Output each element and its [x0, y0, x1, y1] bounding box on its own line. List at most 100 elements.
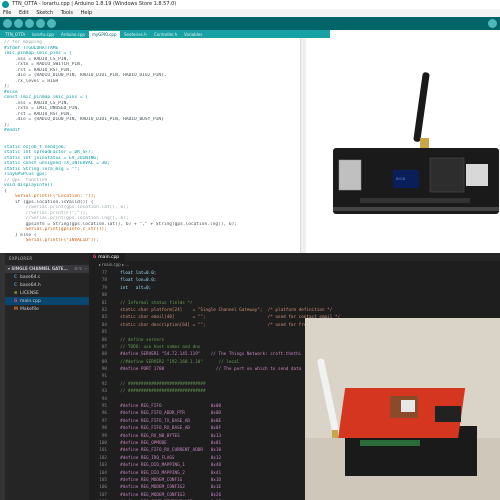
- explorer-title: EXPLORER: [9, 256, 33, 261]
- explorer-file-item[interactable]: M Makefile: [5, 305, 89, 313]
- line-text: float lat=0.0;: [115, 271, 157, 276]
- line-text: #define PORT 1700 // The port on which t…: [115, 367, 302, 373]
- line-number: 78: [101, 278, 107, 284]
- line-text: // define servers: [115, 337, 165, 343]
- line-number: 87: [101, 344, 107, 350]
- line-text: #define REG_RX_NB_BYTES 0x13: [115, 433, 222, 439]
- line-text: #define REG_FIFO_RX_CURRENT_ADDR 0x10: [115, 448, 222, 454]
- line-number: 84: [101, 322, 107, 328]
- line-number: 104: [99, 470, 107, 476]
- line-text: int alt=0;: [115, 285, 152, 291]
- line-number: 83: [101, 315, 107, 321]
- line-number: 89: [101, 359, 107, 365]
- explorer-folder-header[interactable]: ▾ SINGLE CHANNEL GATE... ☰ ↻ −: [5, 265, 89, 273]
- line-text: float lon=0.0;: [115, 278, 157, 284]
- tab-label: main.cpp: [98, 255, 120, 260]
- arduino-window-title: TTN_OTTA - lorartu.cpp | Arduino 1.8.19 …: [12, 1, 177, 7]
- breadcrumb[interactable]: ▸ main.cpp ▸ ...: [89, 261, 500, 268]
- lora-board-photo: 0:0:0: [330, 30, 500, 253]
- arduino-tab[interactable]: TTN_OTTA: [2, 31, 29, 38]
- explorer-folder-actions[interactable]: ☰ ↻ −: [74, 265, 87, 273]
- line-number: 86: [101, 337, 107, 343]
- code-line: 78 float lon=0.0;: [89, 277, 500, 284]
- line-text: #define REG_MODEM_CONFIG 0x1D: [115, 477, 222, 483]
- line-text: #define REG_MODEM_CONFIG3 0x26: [115, 492, 222, 498]
- code-line: 81 // Informal status fields */: [89, 300, 500, 307]
- explorer-file-item[interactable]: Cbase64.h: [5, 281, 89, 289]
- arduino-code-editor[interactable]: // for mapping #ifdef TTGOLORATTAME lmic_p…: [0, 38, 300, 253]
- line-number: 98: [101, 426, 107, 432]
- line-text: // TODO: use host names and dns: [115, 344, 201, 350]
- code-line: Serial.print(F("INVALID"));: [4, 238, 99, 243]
- line-number: 80: [101, 293, 107, 299]
- line-text: //#define SERVER2 "192.168.1.10" // loca…: [115, 359, 240, 365]
- menu-help[interactable]: Help: [81, 10, 92, 16]
- verify-button[interactable]: [3, 19, 12, 28]
- line-text: #define REG_FIFO 0x00: [115, 404, 222, 410]
- line-number: 82: [101, 307, 107, 313]
- line-text: #define SERVER1 "54.72.145.119" // The T…: [115, 352, 302, 358]
- upload-button[interactable]: [14, 19, 23, 28]
- file-name: base64.h: [20, 283, 41, 288]
- line-text: #define REG_MODEM_CONFIG2 0x1E: [115, 485, 222, 491]
- line-number: 107: [99, 492, 107, 498]
- line-text: // Informal status fields */: [115, 300, 193, 306]
- line-number: 79: [101, 285, 107, 291]
- menu-tools[interactable]: Tools: [61, 10, 73, 16]
- line-number: 100: [99, 440, 107, 446]
- open-sketch-button[interactable]: [36, 19, 45, 28]
- line-number: 94: [101, 396, 107, 402]
- line-number: 95: [101, 404, 107, 410]
- arduino-logo-icon: [2, 1, 9, 8]
- line-number: 90: [101, 367, 107, 373]
- line-text: #define REG_FIFO_TX_BASE_AD 0x0E: [115, 418, 222, 424]
- explorer-folder-title: SINGLE CHANNEL GATE...: [11, 266, 68, 271]
- serial-monitor-button[interactable]: [488, 19, 497, 28]
- line-number: 101: [99, 448, 107, 454]
- line-number: 96: [101, 411, 107, 417]
- line-number: 97: [101, 418, 107, 424]
- lora-shield-photo: [305, 318, 500, 500]
- line-number: 103: [99, 463, 107, 469]
- line-text: // ##############################: [115, 381, 206, 387]
- tab-main-cpp[interactable]: Gmain.cpp: [89, 253, 125, 261]
- explorer-file-item[interactable]: Cbase64.c: [5, 273, 89, 281]
- line-number: 91: [101, 374, 107, 380]
- line-number: 88: [101, 352, 107, 358]
- line-text: #define REG_IRQ_FLAGS 0x12: [115, 455, 222, 461]
- arduino-tab[interactable]: lorartu.cpp: [29, 31, 57, 38]
- line-text: #define REG_FIFO_RX_BASE_AD 0x0F: [115, 426, 222, 432]
- code-line: 82 static char platform[24] = "Single Ch…: [89, 307, 500, 314]
- explorer-file-item[interactable]: Gmain.cpp: [5, 297, 89, 305]
- line-number: 85: [101, 330, 107, 336]
- line-number: 92: [101, 381, 107, 387]
- file-name: main.cpp: [20, 299, 41, 304]
- line-number: 102: [99, 455, 107, 461]
- code-line: 79 int alt=0;: [89, 285, 500, 292]
- line-text: // ##############################: [115, 389, 206, 395]
- arduino-tab[interactable]: Controller.h: [151, 31, 181, 38]
- arduino-tab[interactable]: myGPIO.cpp: [89, 31, 120, 38]
- arduino-tab[interactable]: Arduino.cpp: [58, 31, 88, 38]
- line-number: 93: [101, 389, 107, 395]
- explorer-file-item[interactable]: ≡ LICENSE: [5, 289, 89, 297]
- arduino-editor-scrollbar[interactable]: [300, 38, 306, 253]
- menu-sketch[interactable]: Sketch: [36, 10, 53, 16]
- new-sketch-button[interactable]: [25, 19, 34, 28]
- line-text: #define REG_DIO_MAPPING_1 0x40: [115, 463, 222, 469]
- line-number: 106: [99, 485, 107, 491]
- save-sketch-button[interactable]: [47, 19, 56, 28]
- line-number: 105: [99, 477, 107, 483]
- arduino-tab[interactable]: Variables: [181, 31, 206, 38]
- menu-file[interactable]: File: [3, 10, 11, 16]
- arduino-title-bar: TTN_OTTA - lorartu.cpp | Arduino 1.8.19 …: [0, 0, 500, 9]
- line-text: #define REG_FIFO_ADDR_PTR 0x0D: [115, 411, 222, 417]
- line-number: 99: [101, 433, 107, 439]
- svg-text:0:0:0: 0:0:0: [396, 177, 405, 181]
- arduino-tab[interactable]: Seeteries.h: [121, 31, 150, 38]
- cpp-file-icon: G: [93, 254, 97, 259]
- code-line: 77 float lat=0.0;: [89, 270, 500, 277]
- line-text: #define REG_DIO_MAPPING_2 0x41: [115, 470, 222, 476]
- vscode-tab-bar: Gmain.cpp: [89, 253, 500, 261]
- menu-edit[interactable]: Edit: [19, 10, 29, 16]
